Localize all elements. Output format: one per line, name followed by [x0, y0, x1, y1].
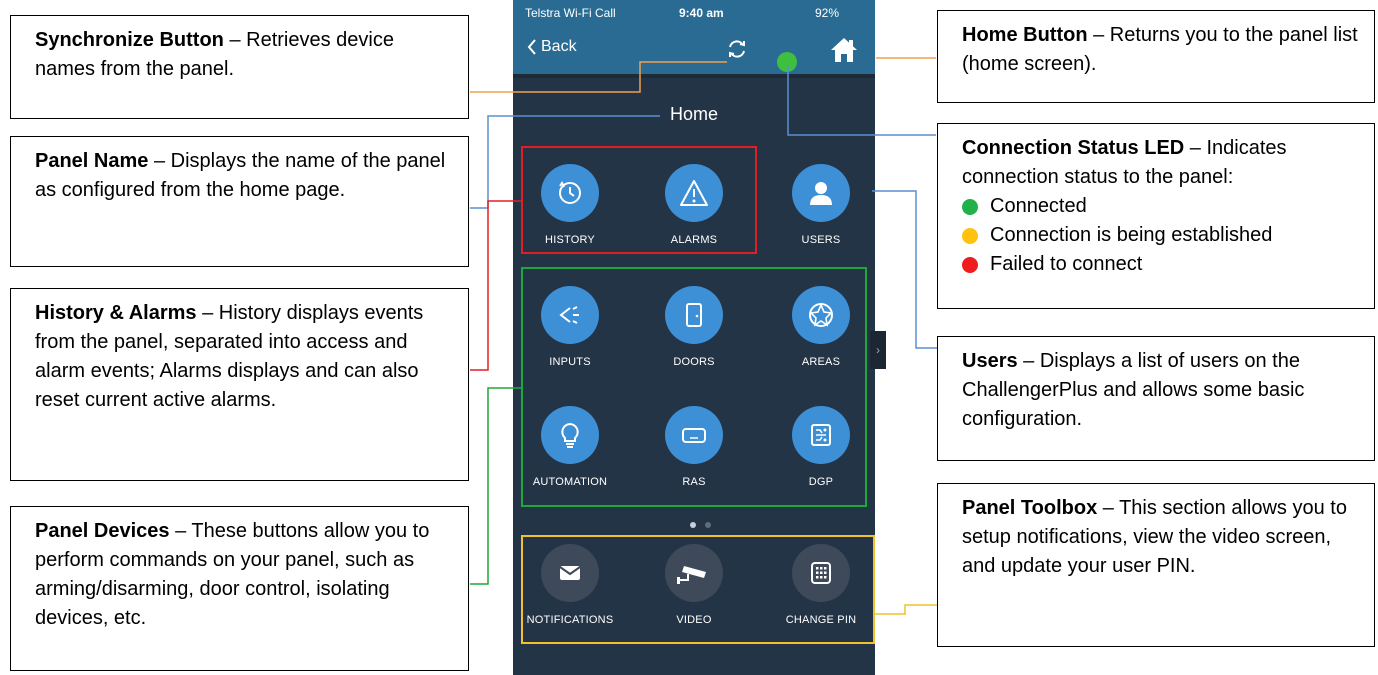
users-connector — [872, 190, 937, 349]
phone-screen: Telstra Wi-Fi Call 9:40 am 92% Back Home… — [513, 0, 875, 675]
status-label: Connection is being established — [990, 224, 1273, 246]
callout-title: Connection Status LED — [962, 137, 1185, 159]
nav-bar: Back — [513, 24, 875, 74]
title-divider — [513, 74, 875, 78]
status-bar: Telstra Wi-Fi Call 9:40 am 92% — [513, 0, 875, 24]
connection-led — [777, 52, 797, 72]
panel-devices-frame — [521, 267, 867, 507]
status-label: Failed to connect — [990, 253, 1143, 275]
history-alarms-frame — [521, 146, 757, 254]
led-green-icon — [962, 198, 978, 215]
chevron-right-icon[interactable]: › — [870, 331, 886, 369]
callout-toolbox: Panel Toolbox – This section allows you … — [937, 483, 1375, 647]
carrier-label: Telstra Wi-Fi Call — [525, 6, 616, 20]
panel-toolbox-frame — [521, 535, 875, 644]
callout-connection-led: Connection Status LED – Indicates connec… — [937, 123, 1375, 309]
status-label: Connected — [990, 195, 1087, 217]
battery-label: 92% — [815, 6, 840, 20]
callout-title: Home Button — [962, 24, 1088, 46]
callout-synchronize: Synchronize Button – Retrieves device na… — [10, 15, 469, 119]
panel-name: Home — [669, 104, 718, 124]
status-connected: Connected — [962, 192, 1360, 221]
callout-users: Users – Displays a list of users on the … — [937, 336, 1375, 461]
led-yellow-icon — [962, 227, 978, 244]
callout-panel-devices: Panel Devices – These buttons allow you … — [10, 506, 469, 671]
chevron-left-icon — [527, 39, 536, 55]
callout-title: Synchronize Button — [35, 29, 224, 51]
users-circle — [792, 164, 850, 222]
sync-icon[interactable] — [726, 38, 748, 60]
led-red-icon — [962, 256, 978, 273]
callout-title: History & Alarms — [35, 302, 197, 324]
callout-title: Panel Toolbox — [962, 497, 1098, 519]
page-indicator-active[interactable] — [690, 522, 696, 528]
user-icon — [810, 182, 832, 205]
callout-title: Panel Name — [35, 150, 149, 172]
users-button[interactable]: USERS — [771, 164, 871, 246]
back-button[interactable]: Back — [527, 38, 577, 56]
callout-panel-name: Panel Name – Displays the name of the pa… — [10, 136, 469, 267]
toolbox-connector — [875, 604, 937, 615]
home-icon[interactable] — [829, 36, 859, 64]
users-label: USERS — [801, 234, 841, 246]
callout-history-alarms: History & Alarms – History displays even… — [10, 288, 469, 481]
back-label: Back — [541, 38, 577, 55]
callout-title: Users — [962, 350, 1018, 372]
status-establishing: Connection is being established — [962, 221, 1360, 250]
callout-title: Panel Devices — [35, 520, 170, 542]
status-failed: Failed to connect — [962, 250, 1360, 279]
page-indicator[interactable] — [705, 522, 711, 528]
callout-home-button: Home Button – Returns you to the panel l… — [937, 10, 1375, 103]
clock-label: 9:40 am — [679, 6, 724, 20]
